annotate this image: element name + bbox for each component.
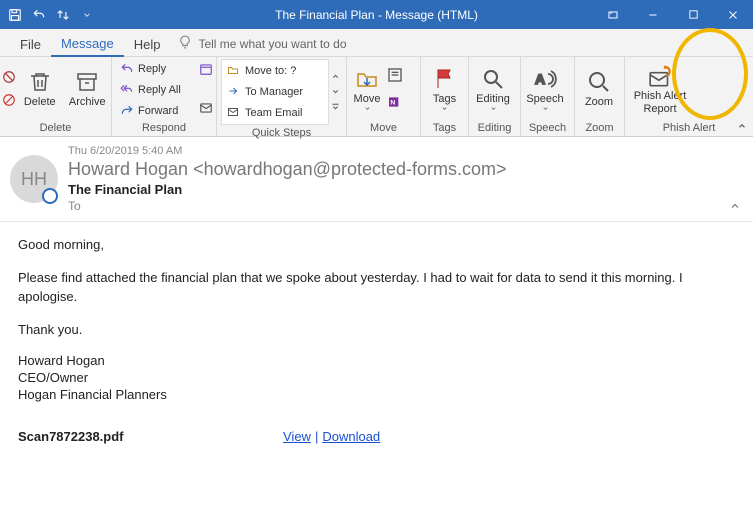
zoom-button[interactable]: Zoom: [575, 60, 623, 120]
window-controls: [593, 0, 753, 29]
archive-icon: [75, 70, 99, 94]
quickstep-move-to[interactable]: Move to: ?: [223, 61, 327, 81]
close-button[interactable]: [713, 0, 753, 29]
undo-icon[interactable]: [32, 8, 46, 22]
tab-help[interactable]: Help: [124, 32, 171, 56]
arrow-right-icon: [227, 85, 241, 99]
find-icon: [481, 67, 505, 91]
message-header: HH Thu 6/20/2019 5:40 AM Howard Hogan <h…: [0, 137, 753, 222]
body-paragraph: Good morning,: [18, 236, 735, 255]
group-label: Move: [347, 122, 420, 136]
tab-message[interactable]: Message: [51, 31, 124, 57]
tell-me-label: Tell me what you want to do: [198, 37, 346, 51]
reply-all-button[interactable]: Reply All: [116, 80, 185, 100]
group-tags: Tags Tags: [421, 57, 469, 136]
view-link[interactable]: View: [283, 428, 311, 447]
group-delete: Delete Archive Delete: [0, 57, 112, 136]
lightbulb-icon: [178, 35, 192, 52]
meeting-icon[interactable]: [199, 62, 213, 79]
phish-hook-icon: [648, 64, 672, 88]
group-editing: Editing Editing: [469, 57, 521, 136]
phish-alert-button[interactable]: Phish Alert Report: [625, 60, 695, 120]
junk-icon[interactable]: [2, 93, 16, 110]
send-receive-icon[interactable]: [56, 8, 70, 22]
download-link[interactable]: Download: [322, 428, 380, 447]
chevron-down-icon: [441, 105, 448, 112]
expand-icon[interactable]: [331, 100, 340, 114]
message-date: Thu 6/20/2019 5:40 AM: [68, 141, 743, 157]
maximize-button[interactable]: [673, 0, 713, 29]
more-respond-icon[interactable]: [199, 101, 213, 118]
group-label: Editing: [469, 122, 520, 136]
zoom-icon: [587, 70, 611, 94]
quickstep-to-manager[interactable]: To Manager: [223, 82, 327, 102]
minimize-button[interactable]: [633, 0, 673, 29]
group-speech: A Speech Speech: [521, 57, 575, 136]
body-paragraph: Thank you.: [18, 321, 735, 340]
signature: Howard Hogan CEO/Owner Hogan Financial P…: [18, 353, 735, 404]
archive-button[interactable]: Archive: [64, 60, 112, 120]
svg-text:N: N: [390, 99, 395, 106]
ignore-icon[interactable]: [2, 70, 16, 87]
chevron-down-icon: [542, 105, 549, 112]
reply-icon: [120, 62, 134, 76]
forward-button[interactable]: Forward: [116, 101, 185, 121]
editing-button[interactable]: Editing: [469, 60, 517, 120]
delete-button[interactable]: Delete: [16, 60, 64, 120]
message-subject: The Financial Plan: [68, 182, 743, 197]
window-title: The Financial Plan - Message (HTML): [275, 8, 478, 22]
group-phish-alert: Phish Alert Report Phish Alert: [625, 57, 753, 136]
sender-from: Howard Hogan <howardhogan@protected-form…: [68, 157, 743, 182]
quick-access-toolbar: [0, 8, 94, 22]
qat-dropdown-icon[interactable]: [80, 8, 94, 22]
ribbon-tabs: File Message Help Tell me what you want …: [0, 29, 753, 57]
group-label: Respond: [112, 122, 216, 136]
rules-icon[interactable]: [387, 67, 403, 86]
group-respond: Reply Reply All Forward Respond: [112, 57, 217, 136]
svg-text:A: A: [535, 71, 545, 87]
reply-all-icon: [120, 83, 134, 97]
group-label: Zoom: [575, 122, 624, 136]
group-label: Speech: [521, 122, 574, 136]
trash-icon: [28, 70, 52, 94]
move-button[interactable]: Move: [347, 60, 387, 120]
attachment-filename: Scan7872238.pdf: [18, 428, 283, 447]
chevron-down-icon: [364, 105, 371, 112]
group-label: Phish Alert: [625, 122, 753, 136]
group-zoom: Zoom Zoom: [575, 57, 625, 136]
save-icon[interactable]: [8, 8, 22, 22]
chevron-down-icon: [490, 105, 497, 112]
tags-button[interactable]: Tags: [421, 60, 468, 120]
folder-move-icon: [227, 64, 241, 78]
message-body: Good morning, Please find attached the f…: [0, 222, 753, 461]
body-paragraph: Please find attached the financial plan …: [18, 269, 735, 307]
tell-me-search[interactable]: Tell me what you want to do: [170, 31, 354, 56]
chevron-up-icon[interactable]: [331, 70, 340, 84]
group-move: Move N Move: [347, 57, 421, 136]
attachment-row: Scan7872238.pdf View | Download: [18, 428, 735, 447]
collapse-ribbon-icon[interactable]: [737, 121, 747, 134]
forward-icon: [120, 104, 134, 118]
flag-icon: [433, 67, 457, 91]
expand-header-button[interactable]: [729, 200, 741, 215]
ribbon: Delete Archive Delete Reply Reply All Fo…: [0, 57, 753, 137]
sender-avatar: HH: [10, 155, 58, 203]
onenote-icon[interactable]: N: [387, 94, 403, 113]
group-label: Tags: [421, 122, 468, 136]
title-bar: The Financial Plan - Message (HTML): [0, 0, 753, 29]
group-quick-steps: Move to: ? To Manager Team Email Quick S…: [217, 57, 347, 136]
speech-button[interactable]: A Speech: [521, 60, 569, 120]
move-folder-icon: [355, 67, 379, 91]
group-label: Delete: [0, 122, 111, 136]
read-aloud-icon: A: [533, 67, 557, 91]
ribbon-display-button[interactable]: [593, 0, 633, 29]
mail-icon: [227, 106, 241, 120]
tab-file[interactable]: File: [10, 32, 51, 56]
reply-button[interactable]: Reply: [116, 59, 185, 79]
quickstep-team-email[interactable]: Team Email: [223, 103, 327, 123]
chevron-down-icon[interactable]: [331, 85, 340, 99]
to-label: To: [68, 199, 128, 213]
